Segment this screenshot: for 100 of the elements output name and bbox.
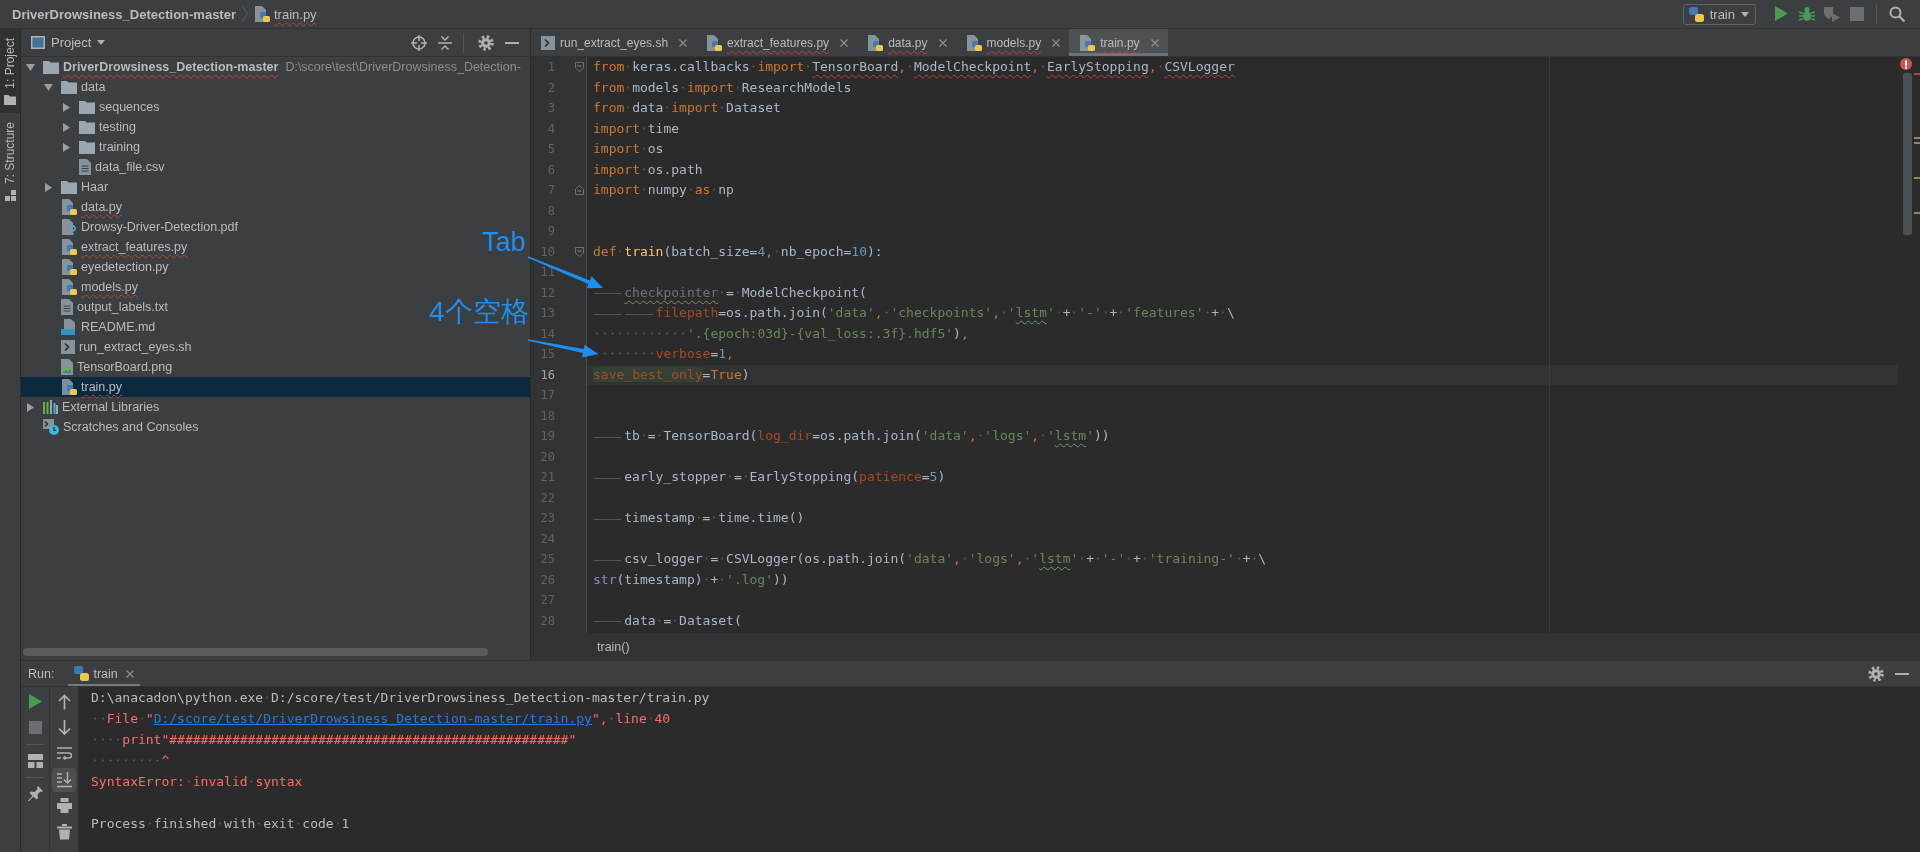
stop-icon — [27, 720, 43, 736]
image-file-icon — [61, 359, 73, 375]
tree-item[interactable]: External Libraries — [21, 397, 166, 417]
view-selector[interactable]: Project — [31, 35, 106, 50]
close-icon[interactable] — [1052, 38, 1061, 47]
breadcrumb[interactable]: train() — [597, 640, 630, 654]
tree-item[interactable]: DriverDrowsiness_Detection-master D:\score\test\DriverDrowsiness_Detection- — [21, 57, 527, 77]
caret-right-icon[interactable] — [61, 102, 71, 112]
close-icon[interactable] — [938, 38, 947, 47]
panel-title: Run: — [28, 666, 55, 681]
python-file-icon — [1079, 34, 1096, 51]
annotation-label: Tab — [482, 229, 526, 256]
tree-item[interactable]: README.md — [21, 317, 162, 337]
tool-window-tab[interactable]: 1: Project — [0, 29, 20, 113]
error-stripe-mark[interactable] — [1914, 177, 1920, 180]
tree-item[interactable]: train.py — [21, 377, 530, 397]
line-number: 16 — [539, 366, 555, 384]
python-file-icon — [61, 199, 77, 215]
gear-icon — [1868, 665, 1884, 682]
scrollbar-thumb[interactable] — [23, 648, 488, 656]
annotation-label: 4个空格 — [429, 298, 529, 326]
code-line: def train(batch_size=4, nb_epoch=10): — [593, 243, 883, 259]
code-line: checkpointer = ModelCheckpoint( — [593, 284, 867, 300]
python-file-icon — [706, 34, 723, 51]
play-icon — [27, 694, 43, 710]
editor-tab[interactable]: run_extract_eyes.sh — [531, 29, 697, 56]
tree-item[interactable]: run_extract_eyes.sh — [21, 337, 198, 357]
python-file-icon — [965, 34, 982, 51]
python-icon — [1688, 6, 1704, 22]
error-stripe-mark[interactable] — [1914, 211, 1920, 214]
fold-icon[interactable] — [575, 246, 584, 257]
scroll-to-end-button[interactable] — [52, 768, 76, 792]
window-icon — [31, 36, 45, 49]
library-icon — [43, 400, 58, 414]
arrow-down-icon — [56, 720, 72, 736]
tree-item[interactable]: Scratches and Consoles — [21, 417, 205, 437]
breadcrumb[interactable]: train.py — [254, 3, 317, 25]
tree-item[interactable]: Haar — [21, 177, 115, 197]
editor-tab[interactable]: train.py — [1069, 29, 1168, 56]
search-icon — [1889, 6, 1905, 22]
terminal-clock-icon — [43, 419, 59, 435]
python-icon — [74, 666, 90, 681]
terminal-file-icon — [541, 35, 555, 50]
settings-button[interactable] — [1866, 663, 1886, 684]
caret-right-icon[interactable] — [61, 142, 71, 152]
folder-icon — [61, 80, 77, 94]
editor-tab[interactable]: extract_features.py — [696, 29, 858, 56]
fold-icon[interactable] — [575, 62, 584, 73]
tree-item[interactable]: data.py — [21, 197, 128, 217]
folder-icon — [43, 60, 59, 74]
settings-button[interactable] — [476, 32, 496, 53]
scrollbar-thumb[interactable] — [1903, 73, 1912, 235]
locate-button[interactable] — [409, 32, 429, 53]
tree-item[interactable]: data_file.csv — [21, 157, 171, 177]
tree-item[interactable]: data — [21, 77, 112, 97]
caret-down-icon — [1741, 11, 1749, 17]
structure-icon — [4, 189, 16, 201]
markdown-file-icon — [61, 319, 77, 335]
code-line: from models import ResearchModels — [593, 79, 852, 95]
close-icon[interactable] — [1150, 38, 1159, 47]
text-file-icon — [61, 299, 73, 315]
code-line: str(timestamp) + '.log')) — [593, 571, 789, 587]
bug-icon — [1799, 6, 1815, 22]
file-link[interactable]: D:/score/test/DriverDrowsiness_Detection-master/train.py — [153, 711, 592, 726]
caret-right-icon[interactable] — [43, 182, 53, 192]
tree-item[interactable]: eyedetection.py — [21, 257, 175, 277]
code-line: verbose=1, — [593, 346, 734, 361]
editor-tab[interactable]: data.py — [857, 29, 956, 56]
tree-item[interactable]: Drowsy-Driver-Detection.pdf — [21, 217, 244, 237]
python-file-icon — [61, 279, 77, 295]
scroll-end-icon — [56, 772, 72, 788]
folder-icon — [79, 140, 95, 154]
tree-item[interactable]: sequences — [21, 97, 166, 117]
caret-down-icon[interactable] — [43, 82, 53, 92]
minimize-icon — [1895, 672, 1909, 675]
close-icon[interactable] — [840, 38, 849, 47]
chevron-right-icon — [242, 6, 248, 22]
run-tab[interactable]: train — [68, 661, 140, 686]
arrow-up-icon — [56, 694, 72, 710]
tool-window-tab[interactable]: 7: Structure — [0, 112, 20, 209]
printer-icon — [56, 798, 72, 814]
tree-item[interactable]: TensorBoard.png — [21, 357, 179, 377]
caret-right-icon[interactable] — [61, 122, 71, 132]
editor-tab[interactable]: models.py — [955, 29, 1070, 56]
python-file-icon — [61, 259, 77, 275]
tree-item[interactable]: training — [21, 137, 146, 157]
fold-icon[interactable] — [575, 185, 584, 196]
tree-item[interactable]: testing — [21, 117, 142, 137]
code-line: csv_logger = CSVLogger(os.path.join('data', 'logs', 'lstm' + '-' + 'training-' + \ — [593, 551, 1267, 566]
run-config-dropdown[interactable]: train — [1682, 3, 1756, 25]
layout-icon — [27, 753, 43, 769]
error-icon[interactable] — [1900, 58, 1912, 70]
tree-item[interactable]: output_labels.txt — [21, 297, 175, 317]
tree-item[interactable]: models.py — [21, 277, 144, 297]
caret-down-icon[interactable] — [25, 62, 35, 72]
tree-item[interactable]: extract_features.py — [21, 237, 194, 257]
breadcrumb[interactable]: DriverDrowsiness_Detection-master — [12, 3, 236, 25]
close-icon[interactable] — [679, 38, 688, 47]
caret-right-icon[interactable] — [25, 402, 35, 412]
close-icon[interactable] — [125, 669, 134, 678]
